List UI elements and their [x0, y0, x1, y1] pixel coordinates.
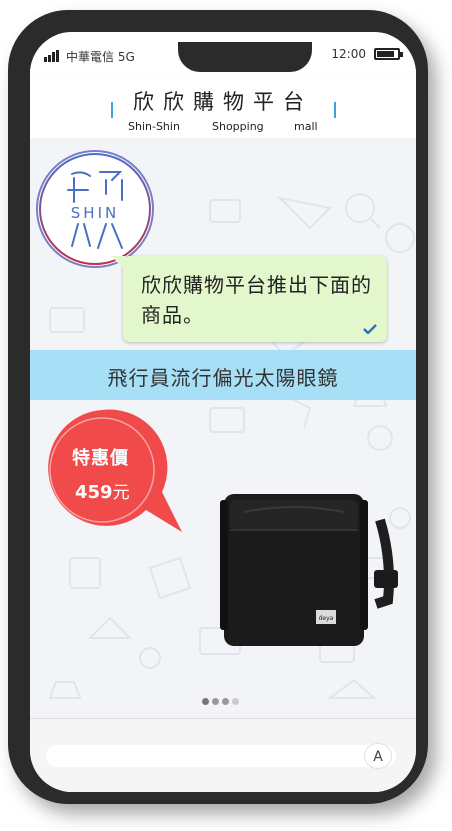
avatar[interactable]: SHIN [36, 150, 154, 268]
message-input[interactable] [46, 745, 396, 767]
app-header: 欣欣購物平台 Shin-Shin Shopping mall [30, 74, 416, 138]
input-bar: A [30, 718, 416, 792]
carousel-dot[interactable] [202, 698, 209, 705]
chat-message-text: 欣欣購物平台推出下面的商品。 [141, 273, 372, 327]
price-badge [48, 409, 182, 532]
shoulder-bag-icon[interactable]: deya [184, 460, 414, 652]
bag-brand-tag: deya [319, 615, 334, 622]
phone-frame: 中華電信 5G 12:00 欣欣購物平台 Shin-Shin Shopping … [8, 10, 428, 804]
signal-icon [44, 50, 60, 62]
subtitle-word-2: Shopping [212, 120, 264, 133]
carousel-dot[interactable] [222, 698, 229, 705]
price-value: 459元 [75, 478, 130, 503]
phone-screen: 中華電信 5G 12:00 欣欣購物平台 Shin-Shin Shopping … [30, 32, 416, 792]
check-icon [363, 324, 377, 334]
title-divider-right [334, 102, 336, 118]
font-size-button[interactable]: A [364, 743, 392, 769]
product-banner[interactable]: 飛行員流行偏光太陽眼鏡 [30, 350, 416, 400]
price-label: 特惠價 [72, 448, 129, 469]
carousel-indicator[interactable] [202, 698, 246, 706]
carrier-name: 中華電信 5G [66, 50, 135, 64]
battery-icon [374, 48, 403, 60]
battery-level [377, 51, 394, 57]
status-time: 12:00 [331, 47, 366, 61]
subtitle-word-3: mall [294, 120, 318, 133]
page-title: 欣欣購物平台 [133, 90, 313, 114]
chat-message-bubble[interactable]: 欣欣購物平台推出下面的商品。 [111, 256, 387, 342]
price-number: 459 [75, 482, 113, 503]
subtitle-word-1: Shin-Shin [128, 120, 180, 133]
product-title: 飛行員流行偏光太陽眼鏡 [107, 366, 339, 390]
carousel-dot[interactable] [212, 698, 219, 705]
price-unit: 元 [112, 483, 130, 503]
phone-notch [178, 42, 312, 72]
page-subtitle: Shin-Shin Shopping mall [128, 120, 328, 134]
chat-content[interactable]: SHIN 欣欣購物平台推出下面的商品。 飛行員流行偏光太陽眼鏡 特惠價 459元 [30, 138, 416, 718]
carousel-dot[interactable] [232, 698, 239, 705]
avatar-logo-text: SHIN [70, 204, 120, 222]
